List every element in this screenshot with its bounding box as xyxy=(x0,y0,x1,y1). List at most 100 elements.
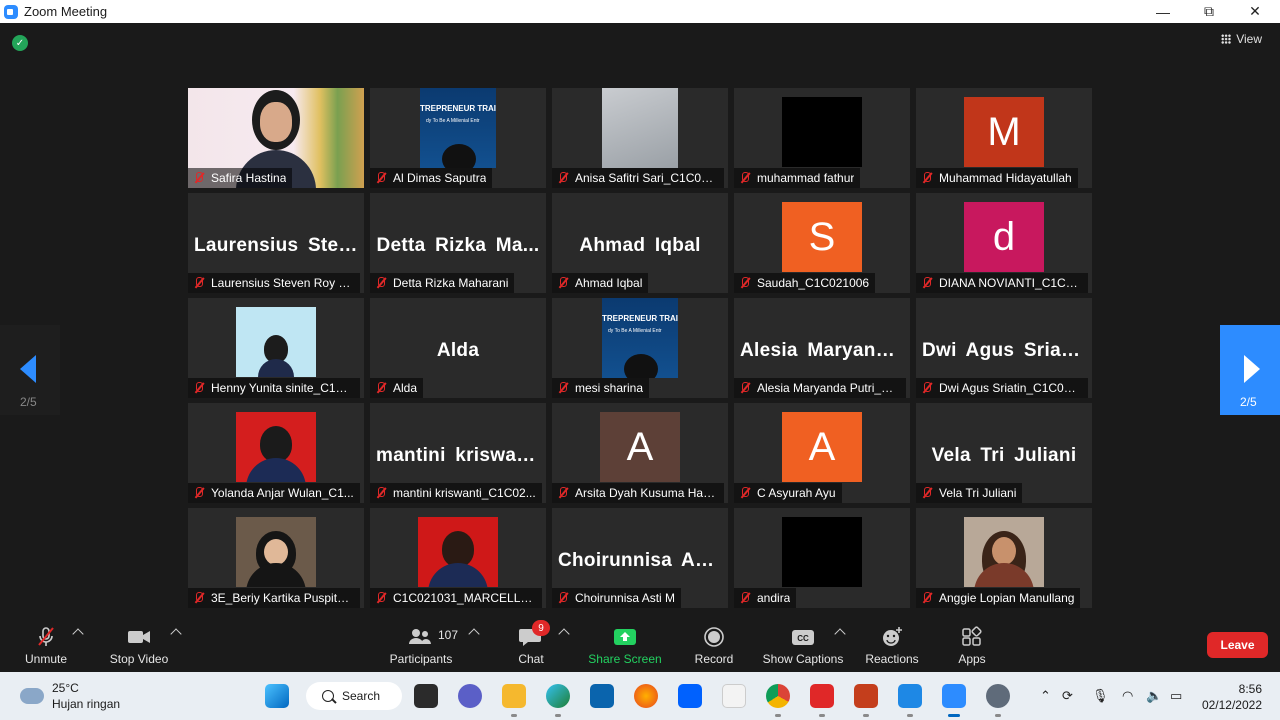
share-screen-button[interactable]: Share Screen xyxy=(586,620,664,672)
participant-tile[interactable]: Choirunnisa Ast... Choirunnisa Asti M xyxy=(552,508,728,608)
participant-tile[interactable]: Anisa Safitri Sari_C1C022... xyxy=(552,88,728,188)
chat-label: Chat xyxy=(518,652,544,666)
participant-tile[interactable]: Dwi Agus Sriati... Dwi Agus Sriatin_C1C02… xyxy=(916,298,1092,398)
participant-tile[interactable]: Ahmad Iqbal Ahmad Iqbal xyxy=(552,193,728,293)
leave-button[interactable]: Leave xyxy=(1207,632,1268,658)
participant-photo xyxy=(964,517,1044,587)
previous-page-button[interactable]: 2/5 xyxy=(0,325,60,415)
battery-icon[interactable]: ▭ xyxy=(1170,688,1182,704)
participant-name-label: Muhammad Hidayatullah xyxy=(916,168,1078,188)
participant-tile[interactable]: Vela Tri Juliani Vela Tri Juliani xyxy=(916,403,1092,503)
participant-tile[interactable]: C1C021031_MARCELLA P... xyxy=(370,508,546,608)
edge-browser-icon[interactable] xyxy=(546,684,570,708)
participant-tile[interactable]: andira xyxy=(734,508,910,608)
participant-tile[interactable]: Anggie Lopian Manullang xyxy=(916,508,1092,608)
chat-unread-badge: 9 xyxy=(532,620,550,636)
record-button[interactable]: Record xyxy=(690,620,738,672)
mail-icon[interactable] xyxy=(590,684,614,708)
muted-mic-icon xyxy=(738,381,752,395)
running-indicator xyxy=(555,714,561,717)
participant-name-label: Vela Tri Juliani xyxy=(916,483,1023,503)
participant-tile[interactable]: 3E_Beriy Kartika Puspita S... xyxy=(188,508,364,608)
cloud-rain-icon xyxy=(20,688,44,704)
firefox-icon[interactable] xyxy=(634,684,658,708)
amazon-icon[interactable] xyxy=(722,684,746,708)
windows-start-icon[interactable] xyxy=(265,684,289,708)
participant-tile[interactable]: Laurensius Stev... Laurensius Steven Roy … xyxy=(188,193,364,293)
participants-label: Participants xyxy=(389,652,453,666)
participant-tile[interactable]: M Muhammad Hidayatullah xyxy=(916,88,1092,188)
chat-options-caret[interactable] xyxy=(558,628,570,640)
muted-mic-icon xyxy=(738,276,752,290)
arrow-left-icon xyxy=(20,355,36,383)
zoom-app-icon xyxy=(4,4,18,19)
muted-mic-icon xyxy=(556,591,570,605)
participant-tile[interactable]: Alda Alda xyxy=(370,298,546,398)
participant-tile[interactable]: mantini kriswan... mantini kriswanti_C1C0… xyxy=(370,403,546,503)
participant-tile[interactable]: TREPRENEUR TRAI dy To Be A Millenial Entr… xyxy=(552,298,728,398)
unmute-button[interactable]: Unmute xyxy=(20,620,72,672)
muted-mic-icon xyxy=(556,171,570,185)
participants-button[interactable]: 107 Participants xyxy=(386,620,458,672)
show-captions-button[interactable]: CC Show Captions xyxy=(760,620,846,672)
clock-time: 8:56 xyxy=(1238,682,1262,696)
svg-text:CC: CC xyxy=(797,634,809,643)
video-app-icon[interactable] xyxy=(810,684,834,708)
file-explorer-icon[interactable] xyxy=(502,684,526,708)
chevron-up-icon[interactable]: ⌃ xyxy=(1040,688,1051,704)
weather-widget[interactable]: 25°C Hujan ringan xyxy=(20,680,120,712)
participant-video: TREPRENEUR TRAI dy To Be A Millenial Entr xyxy=(602,298,678,378)
settings-gear-icon[interactable] xyxy=(986,684,1010,708)
participant-tile[interactable]: Detta Rizka Ma... Detta Rizka Maharani xyxy=(370,193,546,293)
apps-button[interactable]: Apps xyxy=(950,620,994,672)
zoom-taskbar-icon[interactable] xyxy=(942,684,966,708)
powerpoint-icon[interactable] xyxy=(854,684,878,708)
participant-tile[interactable]: Safira Hastina xyxy=(188,88,364,188)
participant-tile[interactable]: Alesia Maryand... Alesia Maryanda Putri_C… xyxy=(734,298,910,398)
task-view-icon[interactable] xyxy=(414,684,438,708)
muted-mic-icon xyxy=(556,276,570,290)
view-button[interactable]: View xyxy=(1221,32,1262,46)
wifi-icon[interactable]: ◠ xyxy=(1122,688,1133,704)
participant-name-label: C1C021031_MARCELLA P... xyxy=(370,588,542,608)
participant-tile[interactable]: d DIANA NOVIANTI_C1C02... xyxy=(916,193,1092,293)
participant-tile[interactable]: S Saudah_C1C021006 xyxy=(734,193,910,293)
participant-name-label: Alesia Maryanda Putri_C1... xyxy=(734,378,906,398)
teams-chat-icon[interactable] xyxy=(458,684,482,708)
close-button[interactable]: ✕ xyxy=(1232,0,1278,23)
sync-icon[interactable]: ⟳ xyxy=(1062,688,1073,704)
participant-name-label: Henny Yunita sinite_C1C0... xyxy=(188,378,360,398)
reactions-icon xyxy=(883,627,902,646)
taskbar-search[interactable]: Search xyxy=(306,682,402,710)
participant-name-display: Alda xyxy=(436,340,480,361)
microphone-icon[interactable]: 🎙 xyxy=(1092,688,1109,704)
video-gallery: Safira Hastina TREPRENEUR TRAI dy To Be A … xyxy=(188,88,1092,608)
security-shield-icon[interactable]: ✓ xyxy=(12,35,28,51)
participant-tile[interactable]: AC Asyurah Ayu xyxy=(734,403,910,503)
reactions-button[interactable]: Reactions xyxy=(862,620,922,672)
page-indicator-right: 2/5 xyxy=(1240,395,1257,409)
next-page-button[interactable]: 2/5 xyxy=(1220,325,1280,415)
stop-video-button[interactable]: Stop Video xyxy=(104,620,174,672)
avatar: M xyxy=(964,97,1044,167)
taskbar-clock[interactable]: 8:56 02/12/2022 xyxy=(1202,681,1262,713)
maximize-button[interactable]: ⧉ xyxy=(1186,0,1232,23)
avatar: S xyxy=(782,202,862,272)
participant-tile[interactable]: A Arsita Dyah Kusuma Had... xyxy=(552,403,728,503)
chrome-icon[interactable] xyxy=(766,684,790,708)
participant-name-label: Choirunnisa Asti M xyxy=(552,588,682,608)
muted-mic-icon xyxy=(374,591,388,605)
view-label: View xyxy=(1236,32,1262,46)
clock-date: 02/12/2022 xyxy=(1201,698,1262,712)
participant-tile[interactable]: Yolanda Anjar Wulan_C1... xyxy=(188,403,364,503)
minimize-button[interactable]: — xyxy=(1140,0,1186,23)
participants-options-caret[interactable] xyxy=(468,628,480,640)
participant-tile[interactable]: Henny Yunita sinite_C1C0... xyxy=(188,298,364,398)
volume-icon[interactable]: 🔈 xyxy=(1146,688,1162,704)
dropbox-icon[interactable] xyxy=(678,684,702,708)
photos-icon[interactable] xyxy=(898,684,922,708)
participant-tile[interactable]: muhammad fathur xyxy=(734,88,910,188)
participant-tile[interactable]: TREPRENEUR TRAI dy To Be A Millenial Entr… xyxy=(370,88,546,188)
avatar: A xyxy=(600,412,680,482)
audio-options-caret[interactable] xyxy=(72,628,84,640)
